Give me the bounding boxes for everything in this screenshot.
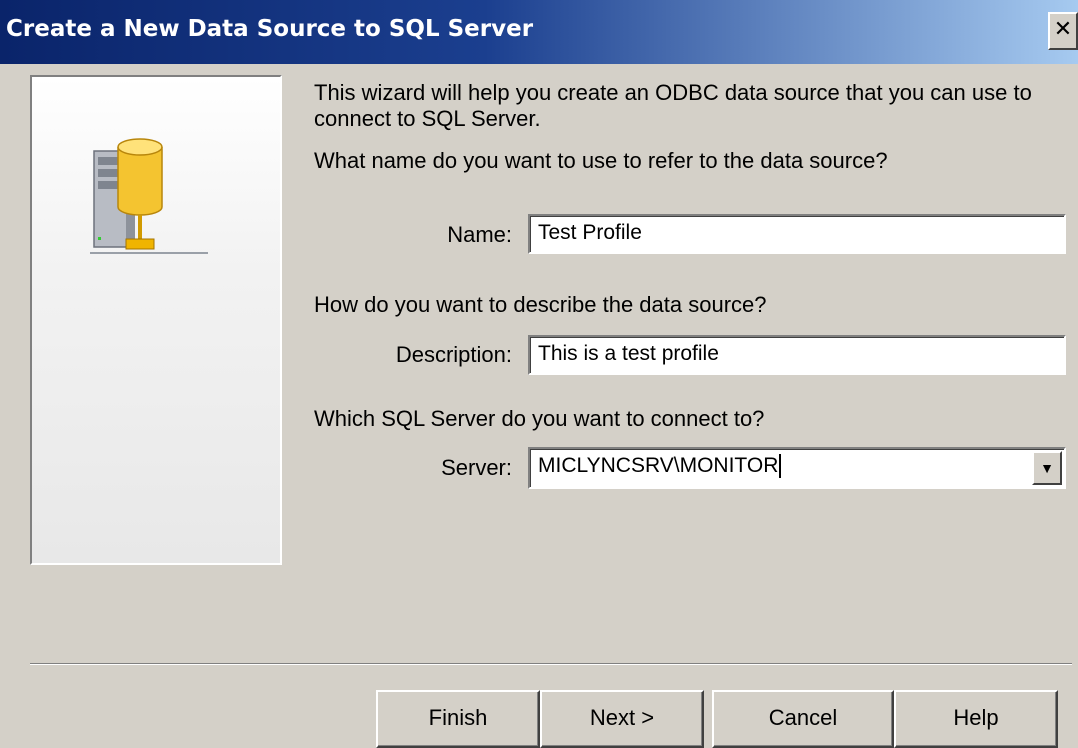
close-button[interactable]: ✕ xyxy=(1048,12,1078,50)
name-label: Name: xyxy=(447,222,512,247)
server-combobox[interactable]: MICLYNCSRV\MONITOR ▼ xyxy=(528,447,1066,489)
server-dropdown-button[interactable]: ▼ xyxy=(1032,451,1062,485)
title-bar[interactable]: Create a New Data Source to SQL Server ✕ xyxy=(0,0,1078,64)
text-caret xyxy=(779,454,782,479)
intro-text-line1: This wizard will help you create an ODBC… xyxy=(314,80,1032,105)
chevron-down-icon: ▼ xyxy=(1040,460,1054,476)
server-input-value: MICLYNCSRV\MONITOR xyxy=(538,454,779,477)
intro-text-line2: connect to SQL Server. xyxy=(314,106,541,131)
description-input[interactable]: This is a test profile xyxy=(528,335,1066,375)
server-label: Server: xyxy=(441,455,512,480)
server-question: Which SQL Server do you want to connect … xyxy=(314,406,765,431)
database-server-icon xyxy=(90,138,208,254)
name-input[interactable]: Test Profile xyxy=(528,214,1066,254)
description-label: Description: xyxy=(395,342,512,367)
name-question: What name do you want to use to refer to… xyxy=(314,148,888,173)
dialog-window: Create a New Data Source to SQL Server ✕… xyxy=(0,0,1078,748)
wizard-image-panel xyxy=(30,75,282,565)
cancel-button[interactable]: Cancel xyxy=(712,690,894,748)
finish-button[interactable]: Finish xyxy=(376,690,540,748)
description-question: How do you want to describe the data sou… xyxy=(314,292,767,317)
help-button[interactable]: Help xyxy=(894,690,1058,748)
next-button[interactable]: Next > xyxy=(540,690,704,748)
close-icon: ✕ xyxy=(1053,17,1073,42)
description-input-value: This is a test profile xyxy=(538,342,719,365)
window-title: Create a New Data Source to SQL Server xyxy=(6,16,534,42)
separator-line xyxy=(30,663,1072,665)
name-input-value: Test Profile xyxy=(538,221,642,244)
